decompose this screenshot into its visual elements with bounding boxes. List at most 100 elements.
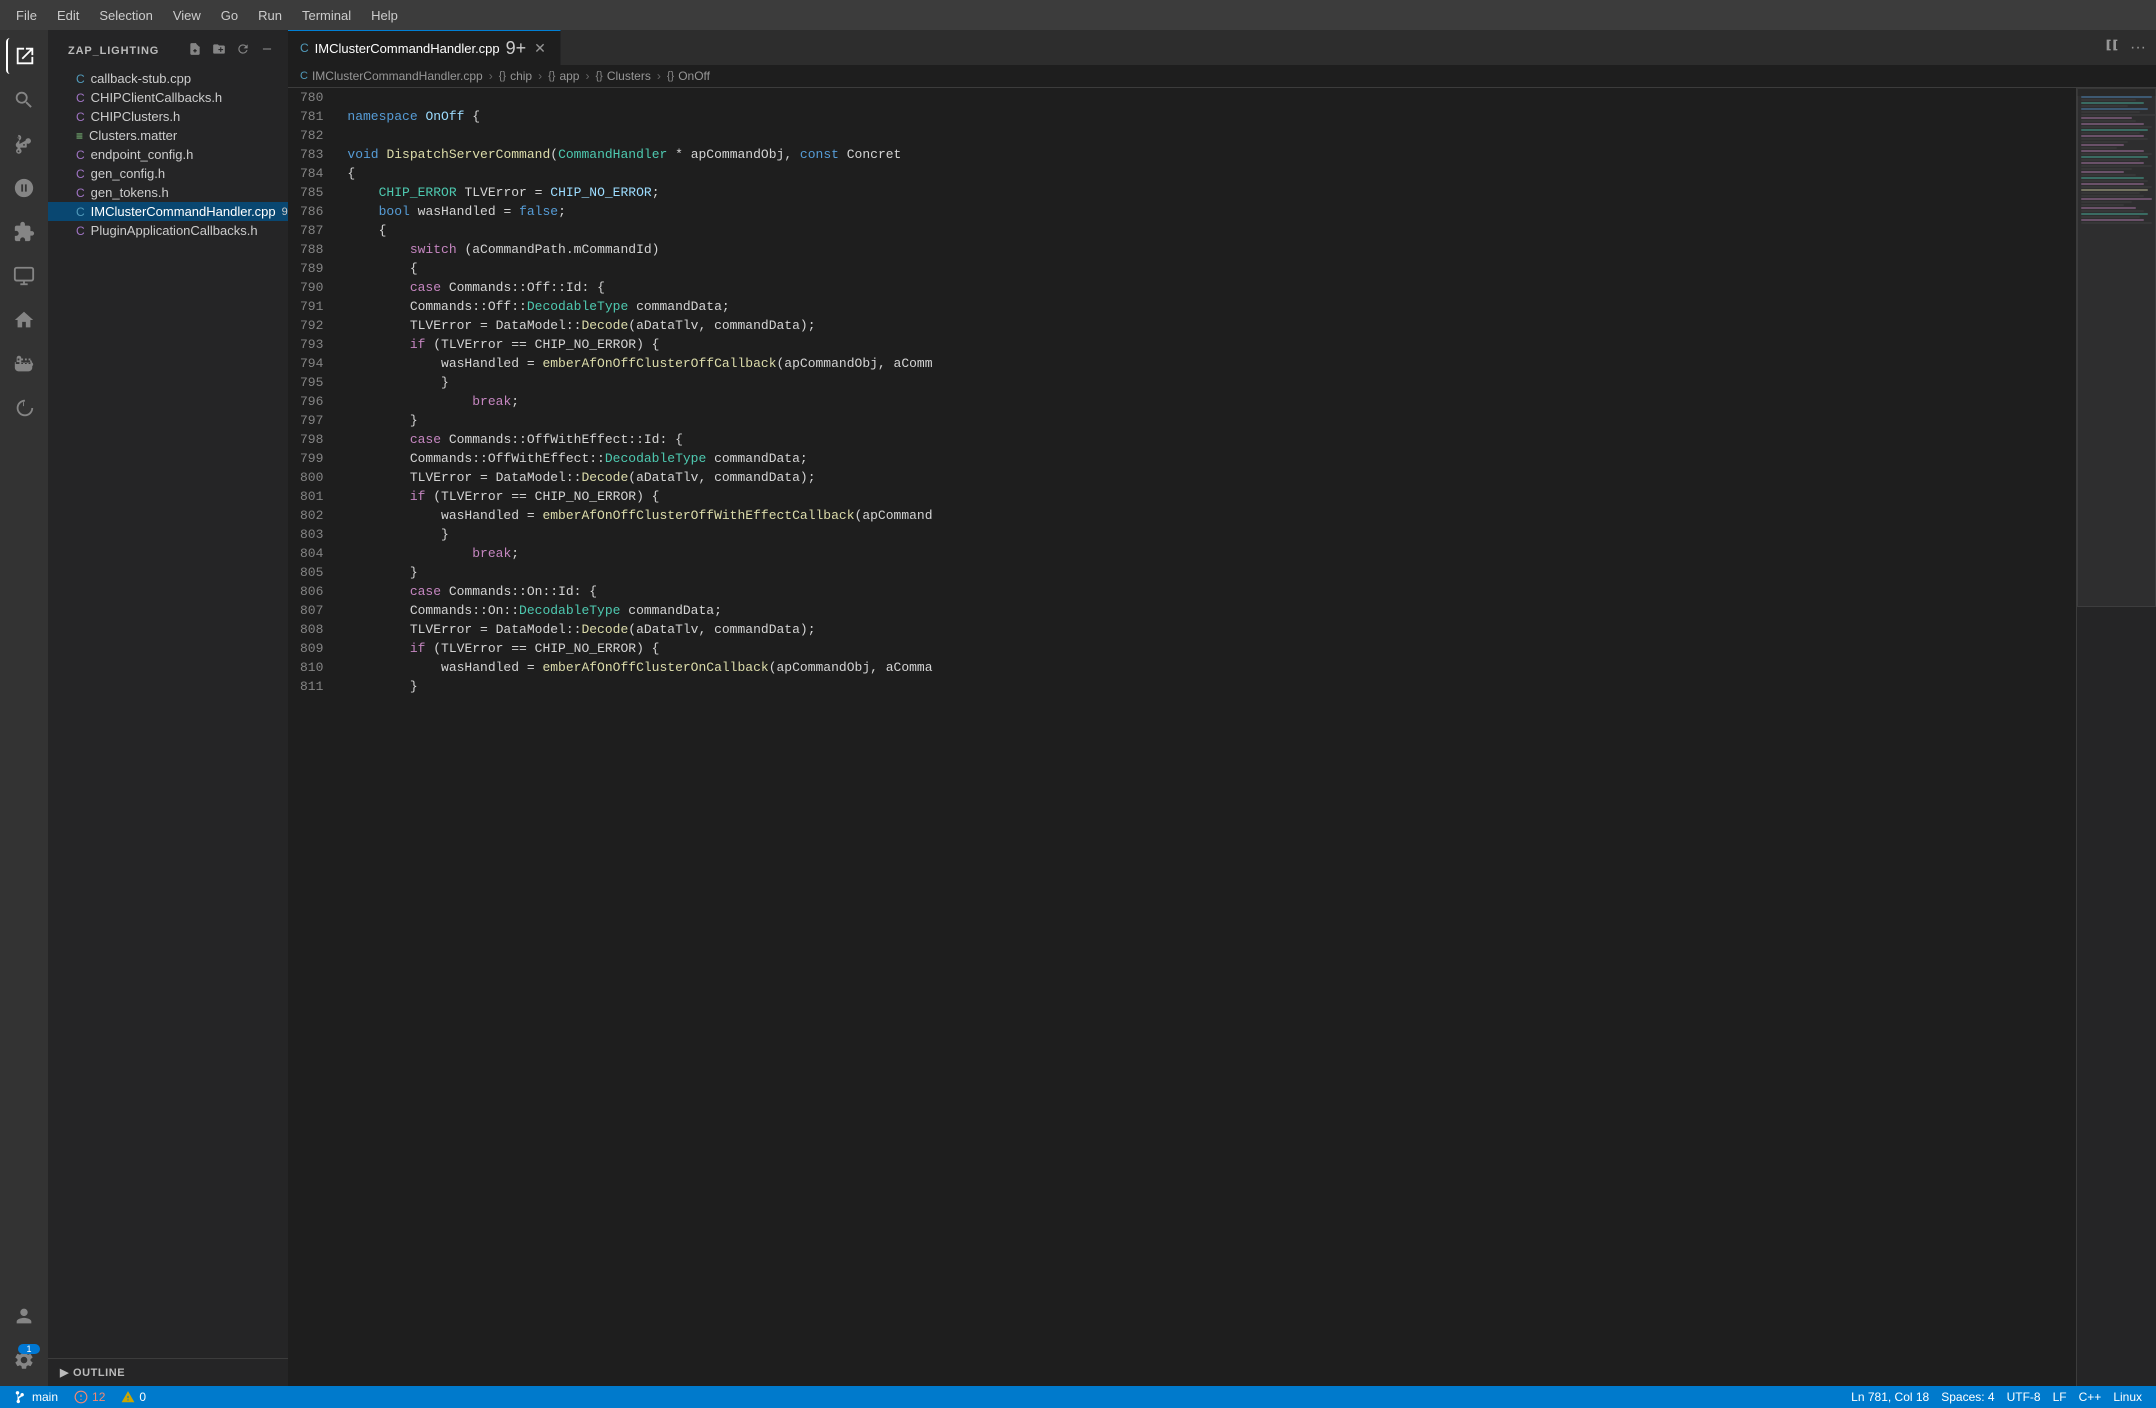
file-name-4: endpoint_config.h [91,147,194,162]
file-icon-h-8: C [76,224,85,238]
file-item-3[interactable]: ≡ Clusters.matter [48,126,288,145]
menu-selection[interactable]: Selection [91,6,160,25]
outline-section: ▶ OUTLINE [48,1358,288,1386]
code-line-811: } [347,677,2076,696]
status-language[interactable]: C++ [2073,1390,2108,1404]
tab-unsaved-count: 9+ [506,39,527,57]
search-icon[interactable] [6,82,42,118]
tab-close-button[interactable]: ✕ [532,39,548,58]
status-os[interactable]: Linux [2107,1390,2148,1404]
accounts-icon[interactable] [6,1298,42,1334]
file-item-4[interactable]: C endpoint_config.h [48,145,288,164]
file-name-0: callback-stub.cpp [91,71,191,86]
split-editor-icon[interactable] [2102,35,2122,60]
refresh-icon[interactable] [234,40,252,61]
docker-icon[interactable] [6,346,42,382]
status-warnings[interactable]: 0 [115,1386,152,1408]
code-line-797: } [347,411,2076,430]
project-name: ZAP_LIGHTING [68,45,159,57]
menubar: File Edit Selection View Go Run Terminal… [0,0,2156,30]
editor-area: C IMClusterCommandHandler.cpp 9+ ✕ ··· C… [288,30,2156,1386]
file-item-2[interactable]: C CHIPClusters.h [48,107,288,126]
branch-name: main [32,1390,58,1404]
error-count: 12 [92,1390,105,1404]
code-line-791: Commands::Off::DecodableType commandData… [347,297,2076,316]
menu-edit[interactable]: Edit [49,6,87,25]
file-name-6: gen_tokens.h [91,185,169,200]
tabs-bar: C IMClusterCommandHandler.cpp 9+ ✕ ··· [288,30,2156,65]
breadcrumb-file[interactable]: C IMClusterCommandHandler.cpp [300,69,483,83]
status-branch[interactable]: main [8,1386,64,1408]
remote-explorer-icon[interactable] [6,258,42,294]
status-position[interactable]: Ln 781, Col 18 [1845,1390,1935,1404]
status-spaces[interactable]: Spaces: 4 [1935,1390,2000,1404]
breadcrumb-sep-1: › [489,69,493,83]
menu-file[interactable]: File [8,6,45,25]
new-folder-icon[interactable] [210,40,228,61]
menu-view[interactable]: View [165,6,209,25]
file-item-8[interactable]: C PluginApplicationCallbacks.h [48,221,288,240]
status-bar: main 12 0 Ln 781, Col 18 Spaces: 4 UTF-8… [0,1386,2156,1408]
code-line-785: CHIP_ERROR TLVError = CHIP_NO_ERROR; [347,183,2076,202]
sidebar-header-icons [186,40,276,61]
menu-terminal[interactable]: Terminal [294,6,359,25]
code-line-789: { [347,259,2076,278]
code-editor: 780 781 782 783 784 785 786 787 788 789 … [288,88,2156,1386]
code-line-790: case Commands::Off::Id: { [347,278,2076,297]
file-item-0[interactable]: C callback-stub.cpp [48,69,288,88]
code-line-808: TLVError = DataModel::Decode(aDataTlv, c… [347,620,2076,639]
cursor-position: Ln 781, Col 18 [1851,1390,1929,1404]
file-name-7: IMClusterCommandHandler.cpp [91,204,276,219]
settings-icon[interactable] [6,1342,42,1378]
code-line-809: if (TLVError == CHIP_NO_ERROR) { [347,639,2076,658]
source-control-icon[interactable] [6,126,42,162]
active-tab[interactable]: C IMClusterCommandHandler.cpp 9+ ✕ [288,30,561,65]
outline-label: OUTLINE [73,1367,125,1379]
outline-header[interactable]: ▶ OUTLINE [48,1363,288,1382]
spaces-label: Spaces: 4 [1941,1390,1994,1404]
status-encoding[interactable]: UTF-8 [2001,1390,2047,1404]
menu-go[interactable]: Go [213,6,246,25]
line-ending-label: LF [2053,1390,2067,1404]
code-line-788: switch (aCommandPath.mCommandId) [347,240,2076,259]
extensions-icon[interactable] [6,214,42,250]
file-item-7[interactable]: C IMClusterCommandHandler.cpp 9+ [48,202,288,221]
file-icon-cpp-7: C [76,205,85,219]
warning-count: 0 [139,1390,146,1404]
explorer-icon[interactable] [6,38,42,74]
run-debug-icon[interactable] [6,170,42,206]
menu-run[interactable]: Run [250,6,290,25]
breadcrumb-file-label: IMClusterCommandHandler.cpp [312,69,483,83]
collapse-all-icon[interactable] [258,40,276,61]
file-icon-h-5: C [76,167,85,181]
file-icon-h-6: C [76,186,85,200]
file-item-5[interactable]: C gen_config.h [48,164,288,183]
breadcrumb-clusters[interactable]: {} Clusters [595,69,650,83]
menu-help[interactable]: Help [363,6,406,25]
home-icon[interactable] [6,302,42,338]
status-line-ending[interactable]: LF [2047,1390,2073,1404]
code-content[interactable]: namespace OnOff { void DispatchServerCom… [339,88,2076,1386]
file-name-3: Clusters.matter [89,128,177,143]
file-item-1[interactable]: C CHIPClientCallbacks.h [48,88,288,107]
encoding-label: UTF-8 [2007,1390,2041,1404]
breadcrumb-clusters-label: Clusters [607,69,651,83]
new-file-icon[interactable] [186,40,204,61]
minimap [2076,88,2156,1386]
code-line-796: break; [347,392,2076,411]
line-numbers: 780 781 782 783 784 785 786 787 788 789 … [288,88,339,1386]
sidebar: ZAP_LIGHTING C callback [48,30,288,1386]
more-actions-icon[interactable]: ··· [2128,37,2148,59]
code-line-800: TLVError = DataModel::Decode(aDataTlv, c… [347,468,2076,487]
status-errors[interactable]: 12 [68,1386,111,1408]
code-line-795: } [347,373,2076,392]
breadcrumb-chip[interactable]: {} chip [499,69,532,83]
breadcrumb-onoff[interactable]: {} OnOff [667,69,710,83]
language-label: C++ [2079,1390,2102,1404]
breadcrumb-sep-3: › [585,69,589,83]
breadcrumb-app[interactable]: {} app [548,69,579,83]
code-line-783: void DispatchServerCommand(CommandHandle… [347,145,2076,164]
history-icon[interactable] [6,390,42,426]
file-item-6[interactable]: C gen_tokens.h [48,183,288,202]
code-line-810: wasHandled = emberAfOnOffClusterOnCallba… [347,658,2076,677]
